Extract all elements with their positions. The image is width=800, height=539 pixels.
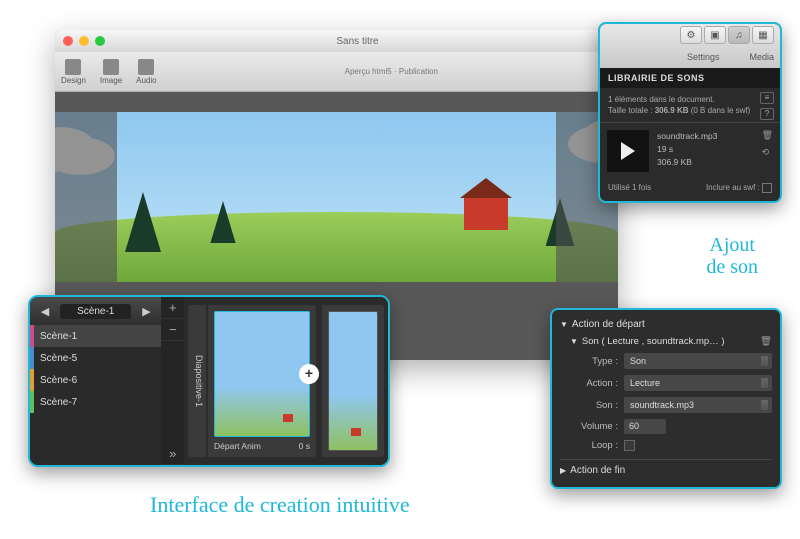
gear-icon[interactable]: ⚙: [680, 26, 702, 44]
slide-thumbnail[interactable]: + Départ Anim 0 s: [208, 305, 316, 457]
scene-list: Scène-1 Scène-5 Scène-6 Scène-7: [30, 325, 161, 465]
slide-thumbnail-next[interactable]: [322, 305, 384, 457]
include-swf-checkbox[interactable]: [762, 183, 772, 193]
scene-actions: + − »: [161, 297, 184, 465]
end-action-header[interactable]: ▶Action de fin: [560, 462, 772, 479]
scene-item[interactable]: Scène-7: [30, 391, 161, 413]
slide-caption: Départ Anim: [214, 441, 261, 451]
type-select[interactable]: Son: [624, 353, 772, 369]
current-scene[interactable]: Scène-1: [60, 304, 131, 319]
refresh-icon[interactable]: ⟲: [762, 147, 773, 158]
close-icon[interactable]: [63, 36, 73, 46]
camera-icon[interactable]: ▣: [704, 26, 726, 44]
list-icon[interactable]: ≡: [760, 92, 774, 104]
add-slide-icon[interactable]: +: [299, 364, 319, 384]
trash-icon[interactable]: 🗑: [760, 336, 772, 347]
sound-action-header[interactable]: ▼Son ( Lecture , soundtrack.mp… )🗑: [560, 333, 772, 350]
track-name: soundtrack.mp3: [657, 130, 754, 143]
tool-image[interactable]: Image: [100, 59, 122, 85]
help-icon[interactable]: ?: [760, 108, 774, 120]
annotation-sound: Ajout de son: [706, 234, 758, 278]
more-scenes-button[interactable]: »: [161, 443, 184, 465]
loop-checkbox[interactable]: [624, 440, 635, 451]
tool-audio[interactable]: Audio: [136, 59, 156, 85]
library-summary: 1 éléments dans le document. Taille tota…: [600, 88, 780, 123]
scene-preview: [55, 112, 618, 282]
scene-item[interactable]: Scène-6: [30, 369, 161, 391]
canvas-mask-left: [55, 112, 117, 282]
play-icon[interactable]: [607, 130, 649, 172]
start-action-header[interactable]: ▼Action de départ: [560, 316, 772, 333]
tab-media[interactable]: Media: [749, 52, 774, 62]
sound-library-panel: ⚙ ▣ ♫ ▦ Settings Media LIBRAIRIE DE SONS…: [598, 22, 782, 203]
scene-item[interactable]: Scène-1: [30, 325, 161, 347]
sound-library-header: LIBRAIRIE DE SONS: [600, 68, 780, 88]
trash-icon[interactable]: 🗑: [762, 130, 773, 141]
music-icon[interactable]: ♫: [728, 26, 750, 44]
toolbar: Design Image Audio Aperçu html5 · Public…: [55, 52, 618, 92]
annotation-interface: Interface de creation intuitive: [150, 493, 410, 517]
sound-track-row[interactable]: soundtrack.mp3 19 s 306.9 KB 🗑 ⟲: [600, 123, 780, 179]
remove-scene-button[interactable]: −: [161, 319, 184, 341]
next-scene-button[interactable]: ▶: [137, 303, 155, 319]
tab-settings[interactable]: Settings: [687, 52, 720, 62]
add-scene-button[interactable]: +: [161, 297, 184, 319]
image-icon[interactable]: ▦: [752, 26, 774, 44]
slide-time: 0 s: [299, 441, 310, 451]
slide-label[interactable]: Diapositive-1: [188, 305, 206, 457]
scene-panel: ◀ Scène-1 ▶ Scène-1 Scène-5 Scène-6 Scèn…: [28, 295, 390, 467]
sound-select[interactable]: soundtrack.mp3: [624, 397, 772, 413]
window-title: Sans titre: [105, 36, 610, 47]
track-size: 306.9 KB: [657, 156, 754, 169]
tool-design[interactable]: Design: [61, 59, 86, 85]
track-used: Utilisé 1 fois: [608, 183, 651, 193]
toolbar-center: Aperçu html5 · Publication: [171, 67, 612, 76]
prev-scene-button[interactable]: ◀: [36, 303, 54, 319]
action-panel: ▼Action de départ ▼Son ( Lecture , sound…: [550, 308, 782, 489]
track-duration: 19 s: [657, 143, 754, 156]
traffic-lights[interactable]: [63, 36, 105, 46]
scene-item[interactable]: Scène-5: [30, 347, 161, 369]
zoom-icon[interactable]: [95, 36, 105, 46]
volume-input[interactable]: 60: [624, 419, 666, 434]
minimize-icon[interactable]: [79, 36, 89, 46]
titlebar: Sans titre: [55, 30, 618, 52]
action-select[interactable]: Lecture: [624, 375, 772, 391]
